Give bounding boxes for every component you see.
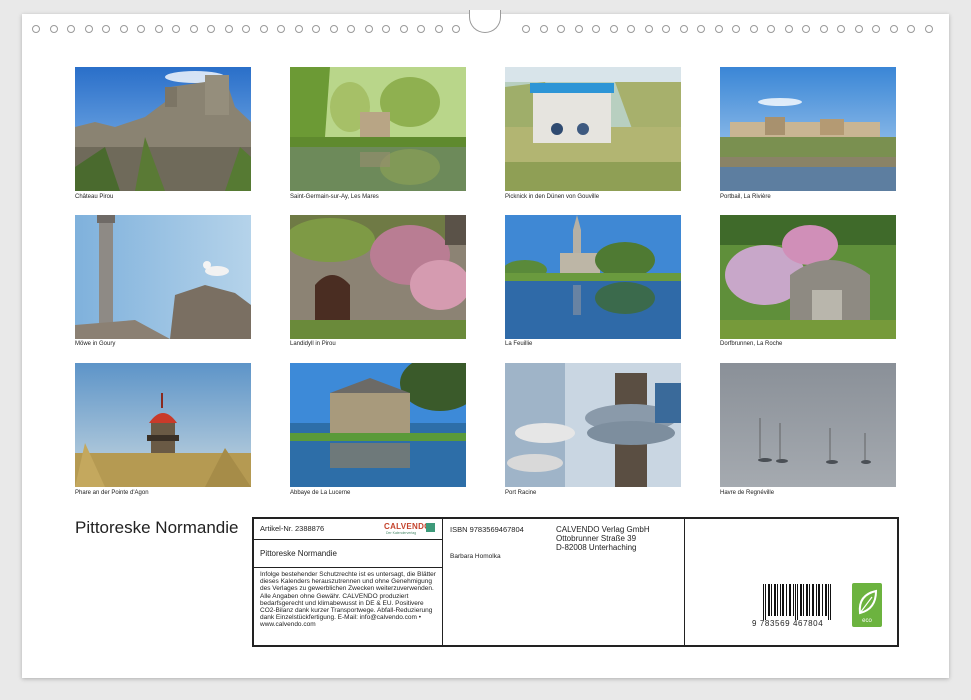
binding-ring [434, 25, 443, 33]
binding-ring [907, 25, 915, 33]
barcode-number: 9 783569 467804 [752, 619, 824, 628]
binding-ring [854, 25, 863, 33]
binding-ring [277, 25, 285, 33]
binding-ring [102, 25, 110, 33]
binding-ring [84, 25, 93, 33]
binding-ring [697, 25, 705, 33]
binding-ring [732, 25, 740, 33]
product-title: Pittoreske Normandie [260, 549, 337, 558]
binding-ring [627, 25, 635, 33]
binding-ring [224, 25, 233, 33]
binding-ring [452, 25, 460, 33]
calendar-hanger [469, 10, 501, 33]
river-village-photo [720, 67, 896, 191]
legal-text: Infolge bestehender Schutzrechte ist es … [260, 571, 436, 629]
binding-ring [557, 25, 565, 33]
divider [254, 567, 442, 568]
binding-ring [49, 25, 58, 33]
photo-caption: Picknick in den Dünen von Gouville [505, 194, 600, 200]
eco-badge: eco [852, 583, 882, 627]
binding-ring [662, 25, 670, 33]
binding-ring [714, 25, 723, 33]
binding-ring [137, 25, 145, 33]
binding-ring [889, 25, 898, 33]
binding-rings [22, 10, 949, 34]
photo-caption: Phare an der Pointe d'Agon [75, 490, 149, 496]
hydrangea-well-photo [720, 215, 896, 339]
binding-ring [802, 25, 810, 33]
calvendo-logo-icon [426, 523, 435, 532]
binding-ring [364, 25, 373, 33]
binding-ring [382, 25, 390, 33]
binding-ring [189, 25, 198, 33]
binding-ring [242, 25, 250, 33]
photo-caption: Château Pirou [75, 194, 114, 200]
binding-ring [679, 25, 688, 33]
isbn: ISBN 9783569467804 [450, 525, 524, 534]
binding-ring [417, 25, 425, 33]
misty-boats-photo [720, 363, 896, 487]
binding-ring [259, 25, 268, 33]
binding-ring [837, 25, 845, 33]
abbey-reflection-photo [290, 363, 466, 487]
binding-ring [924, 25, 933, 33]
cottage-door-photo [290, 215, 466, 339]
divider [254, 539, 442, 540]
photo-caption: Möwe in Goury [75, 341, 116, 347]
beach-hut-photo [505, 67, 681, 191]
photo-caption: Portbail, La Rivière [720, 194, 771, 200]
church-reflection-photo [505, 215, 681, 339]
calendar-back-page: Château Pirou Saint-Germain-sur-Ay, Les … [22, 10, 949, 678]
photo-caption: Havre de Regnéville [720, 490, 775, 496]
rope-post-photo [505, 363, 681, 487]
calendar-title: Pittoreske Normandie [75, 518, 239, 537]
photo-caption: Abbaye de La Lucerne [290, 490, 351, 496]
binding-ring [592, 25, 600, 33]
photo-caption: Port Racine [505, 490, 537, 496]
calvendo-logo-text: CALVENDO [384, 522, 431, 531]
divider [684, 519, 685, 645]
binding-ring [154, 25, 163, 33]
binding-ring [67, 25, 75, 33]
divider [442, 519, 443, 645]
photo-caption: Saint-Germain-sur-Ay, Les Mares [290, 194, 379, 200]
binding-ring [172, 25, 180, 33]
publisher-city: D-82008 Unterhaching [556, 543, 637, 552]
binding-ring [207, 25, 215, 33]
binding-ring [819, 25, 828, 33]
binding-ring [784, 25, 793, 33]
binding-ring [539, 25, 548, 33]
binding-ring [329, 25, 338, 33]
binding-ring [767, 25, 775, 33]
binding-ring [749, 25, 758, 33]
article-number: Artikel-Nr. 2388876 [260, 524, 325, 533]
photo-caption: La Feuillie [505, 341, 533, 347]
binding-ring [32, 25, 40, 33]
calvendo-logo-subtitle: Der Kalenderverlag [386, 531, 417, 535]
binding-ring [872, 25, 880, 33]
binding-ring [312, 25, 320, 33]
binding-ring [609, 25, 618, 33]
pond-village-photo [290, 67, 466, 191]
castle-photo [75, 67, 251, 191]
author: Barbara Homolka [450, 553, 501, 560]
photo-caption: Landidyll in Pirou [290, 341, 336, 347]
binding-ring [347, 25, 355, 33]
red-lighthouse-photo [75, 363, 251, 487]
binding-ring [574, 25, 583, 33]
lighthouse-gull-photo [75, 215, 251, 339]
binding-ring [294, 25, 303, 33]
photo-caption: Dorfbrunnen, La Roche [720, 341, 783, 347]
binding-ring [522, 25, 530, 33]
barcode-icon [763, 584, 831, 620]
binding-ring [399, 25, 408, 33]
info-box: Artikel-Nr. 2388876 CALVENDO Der Kalende… [252, 517, 899, 647]
binding-ring [644, 25, 653, 33]
binding-ring [119, 25, 128, 33]
eco-label: eco [862, 618, 872, 624]
